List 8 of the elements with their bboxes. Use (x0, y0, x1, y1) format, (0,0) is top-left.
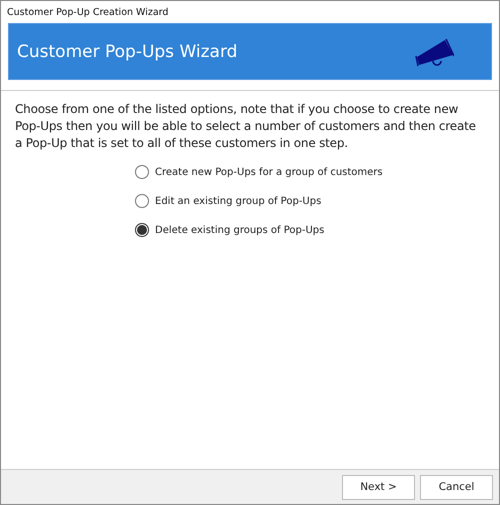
window-title: Customer Pop-Up Creation Wizard (6, 6, 170, 20)
radio-option[interactable]: Delete existing groups of Pop-Ups (135, 220, 485, 240)
radio-option[interactable]: Edit an existing group of Pop-Ups (135, 191, 485, 211)
cancel-button[interactable]: Cancel (420, 474, 493, 500)
radio-option[interactable]: Create new Pop-Ups for a group of customers (135, 162, 485, 182)
next-button[interactable]: Next > (342, 474, 415, 500)
banner-title: Customer Pop-Ups Wizard (17, 42, 238, 62)
description-text: Choose from one of the listed options, note that if you choose to create new Pop-Ups then you will be able to select a number of customers and then create a Pop-Up that is set to all of these customers in one step. (15, 101, 477, 152)
